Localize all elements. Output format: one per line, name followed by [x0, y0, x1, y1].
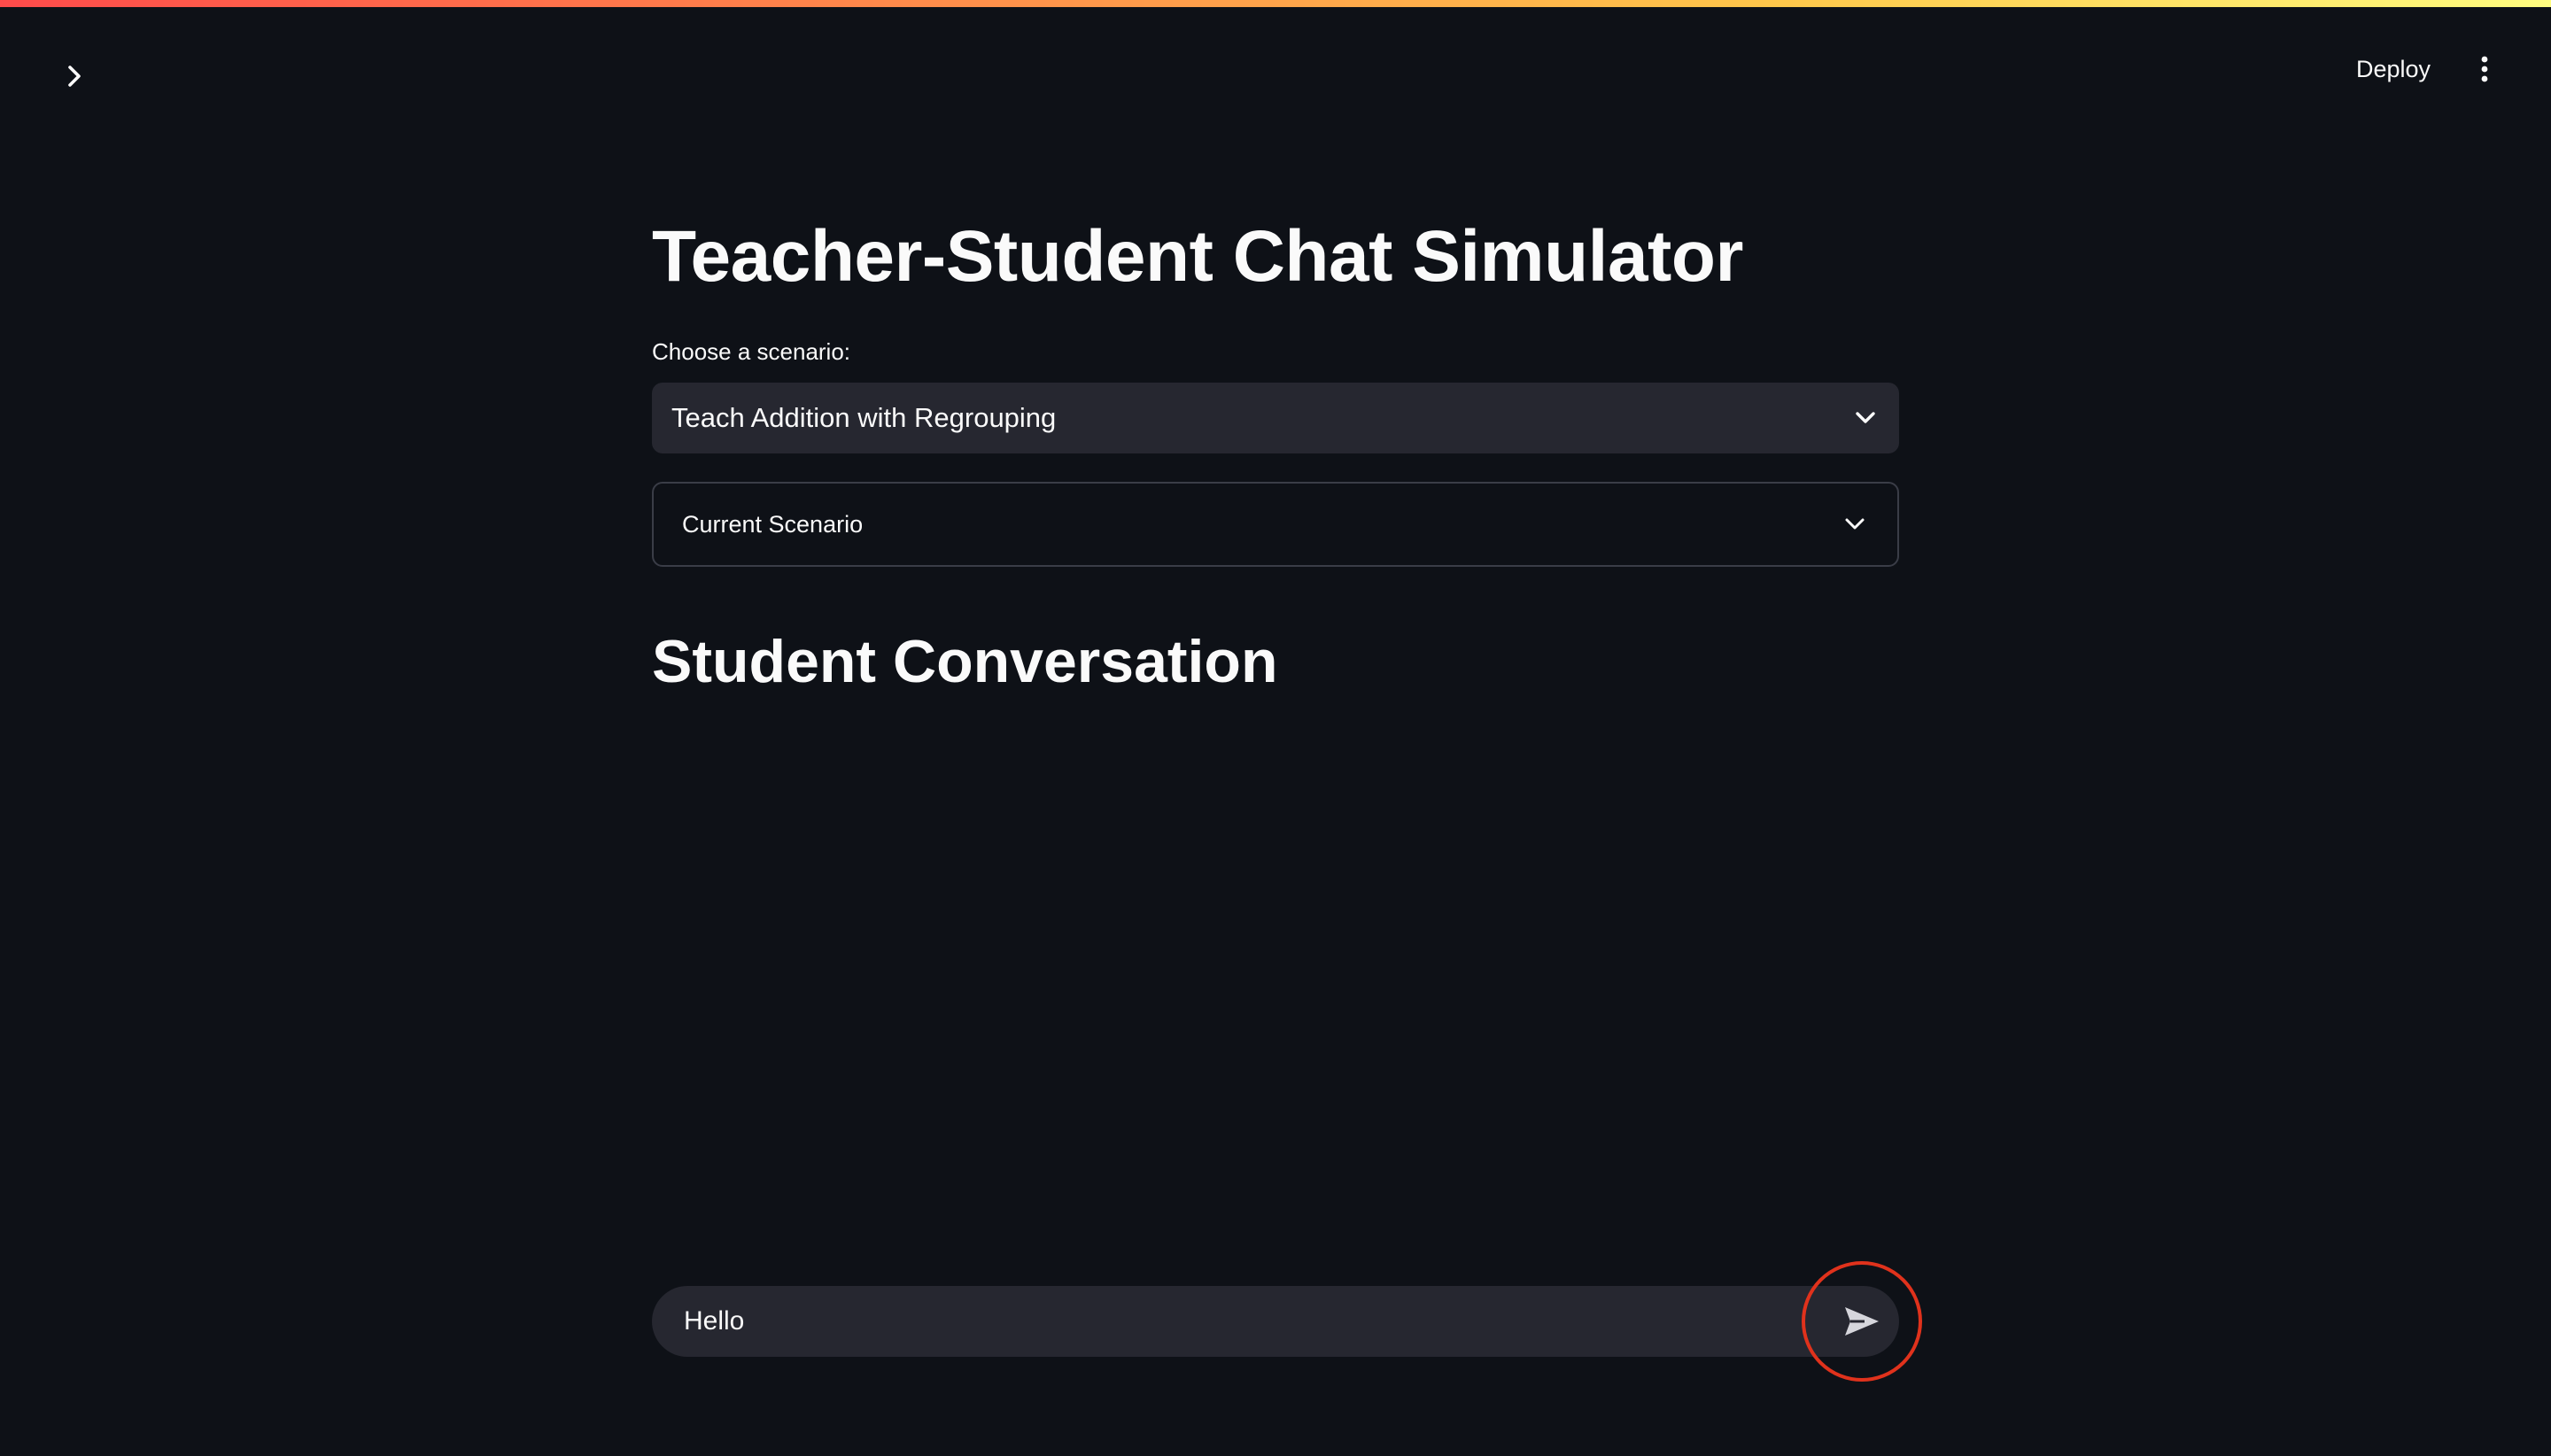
scenario-select-value: Teach Addition with Regrouping [671, 402, 1057, 433]
expander-label: Current Scenario [682, 510, 864, 538]
chevron-down-icon [1841, 510, 1869, 538]
sidebar-toggle-button[interactable] [57, 58, 92, 94]
page-title: Teacher-Student Chat Simulator [652, 216, 1743, 297]
scenario-select[interactable]: Teach Addition with Regrouping [652, 383, 1899, 453]
more-vertical-icon [2481, 56, 2488, 82]
chevron-down-icon [1851, 404, 1880, 432]
chat-input-container [652, 1261, 1922, 1382]
conversation-title: Student Conversation [652, 628, 1278, 695]
toolbar: Deploy [2351, 50, 2498, 89]
send-icon [1845, 1307, 1879, 1336]
chat-input[interactable] [682, 1305, 1881, 1337]
chevron-right-icon [68, 66, 81, 87]
scenario-select-label: Choose a scenario: [652, 338, 851, 365]
send-button-highlight [1802, 1261, 1922, 1382]
main-menu-button[interactable] [2471, 50, 2498, 89]
deploy-button[interactable]: Deploy [2351, 56, 2436, 83]
current-scenario-expander[interactable]: Current Scenario [652, 482, 1899, 567]
send-button[interactable] [1835, 1295, 1888, 1348]
header-decoration-bar [0, 0, 2551, 7]
